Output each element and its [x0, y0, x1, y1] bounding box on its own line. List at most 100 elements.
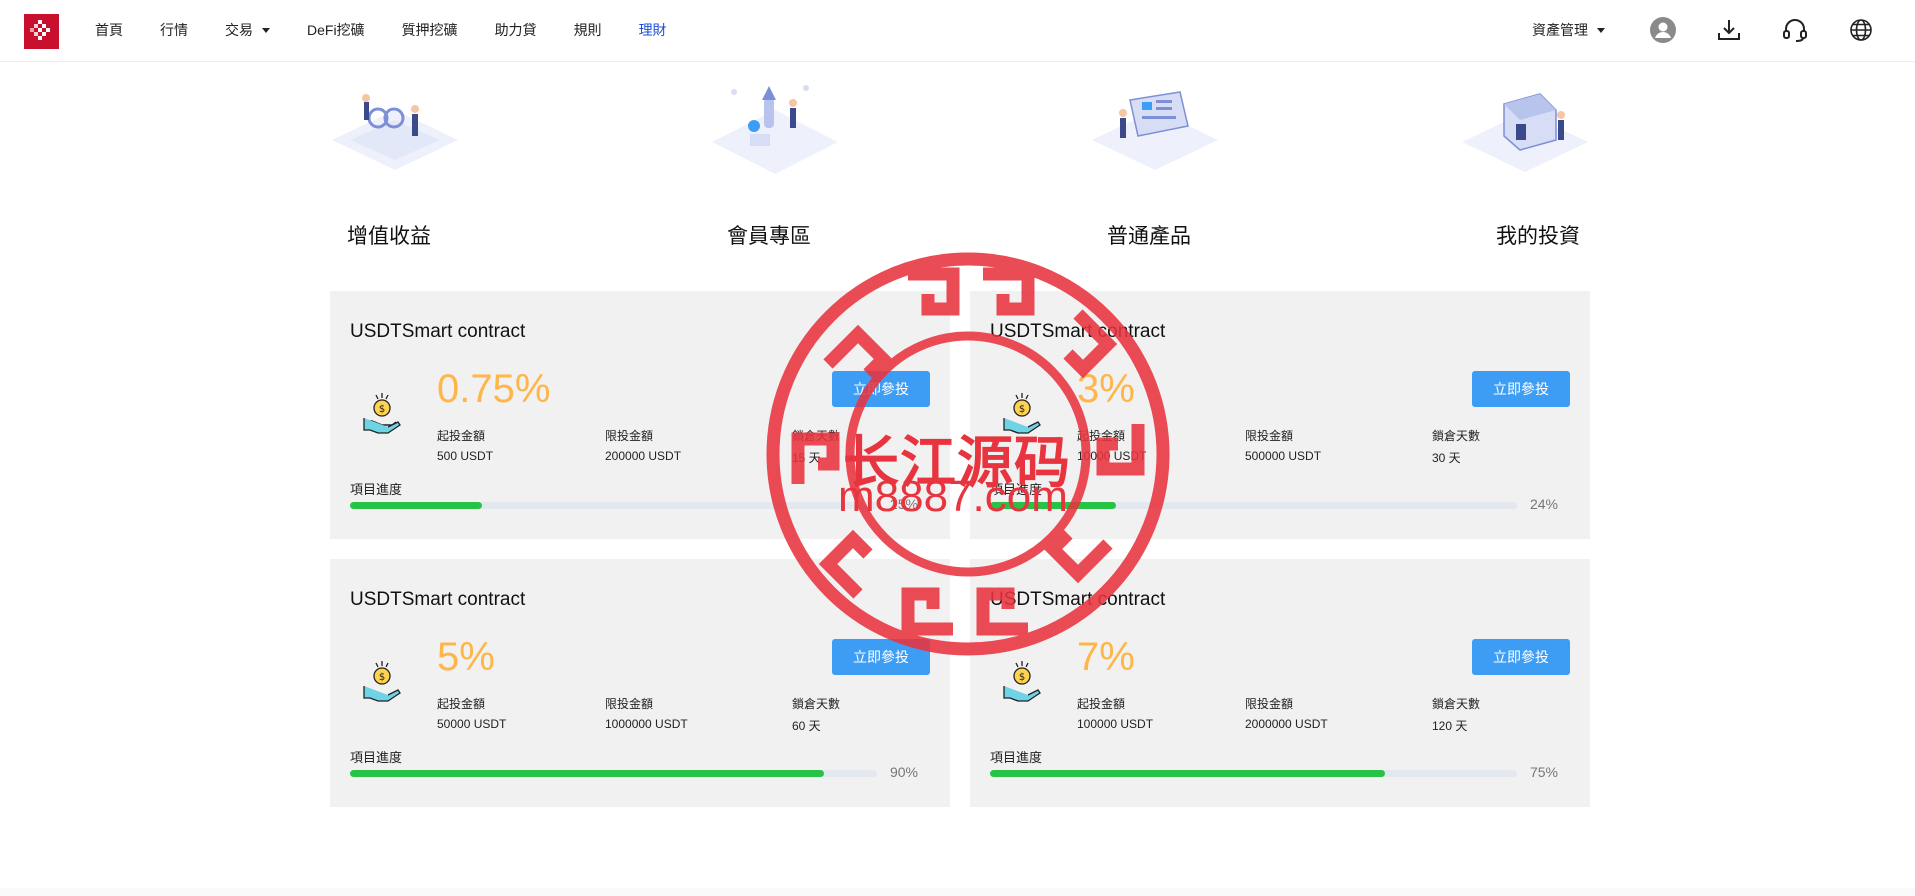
join-button[interactable]: 立即參投: [1472, 639, 1570, 675]
min-amount-value: 500 USDT: [437, 449, 494, 463]
progress-label: 項目進度: [990, 750, 1043, 765]
member-zone-illustration-icon: [712, 85, 838, 174]
max-amount: 限投金額 200000 USDT: [605, 427, 681, 463]
nav-defi-mining-label: DeFi挖礦: [307, 22, 365, 38]
max-amount-label: 限投金額: [605, 697, 654, 711]
progress-percent: 90%: [889, 764, 918, 780]
min-amount-value: 50000 USDT: [437, 717, 507, 731]
nav-rules-label: 規則: [573, 22, 602, 38]
nav-trade[interactable]: 交易: [225, 20, 270, 40]
nav-market-label: 行情: [160, 22, 188, 38]
max-amount-label: 限投金額: [1245, 697, 1294, 711]
svg-text:$: $: [379, 672, 385, 683]
progress-label: 項目進度: [350, 482, 403, 497]
nav-market[interactable]: 行情: [160, 20, 188, 40]
min-amount-label: 起投金額: [1077, 697, 1126, 711]
category-standard-products-label: 普通產品: [1107, 225, 1191, 248]
progress-fill: [350, 770, 825, 777]
lock-days: 鎖倉天數 120 天: [1432, 695, 1480, 734]
lock-days: 鎖倉天數 30 天: [1432, 427, 1480, 466]
lock-days-value: 60 天: [792, 719, 821, 733]
standard-products-illustration-icon: [1092, 91, 1218, 170]
lock-days-label: 鎖倉天數: [1432, 429, 1481, 443]
max-amount-label: 限投金額: [1245, 429, 1294, 443]
nav-rules[interactable]: 規則: [574, 20, 602, 40]
product-card: USDTSmart contract $ 7% 立即參投 起投金額 100000…: [970, 559, 1590, 807]
logo[interactable]: [24, 14, 59, 49]
product-rate: 5%: [437, 635, 495, 679]
headset-icon[interactable]: [1781, 16, 1809, 44]
lock-days: 鎖倉天數 15 天: [792, 427, 840, 466]
my-investment-illustration-icon: [1462, 93, 1588, 172]
min-amount-label: 起投金額: [437, 697, 486, 711]
min-amount-value: 10000 USDT: [1077, 449, 1147, 463]
category-value-growth-label: 增值收益: [347, 225, 431, 248]
caret-down-icon: [262, 27, 270, 33]
svg-text:$: $: [1019, 404, 1025, 415]
min-amount: 起投金額 500 USDT: [437, 427, 493, 463]
max-amount: 限投金額 1000000 USDT: [605, 695, 688, 731]
product-card: USDTSmart contract $ 0.75% 立即參投 起投金額 500…: [330, 291, 950, 539]
coin-hand-icon: $: [1003, 393, 1041, 434]
progress-bar: [350, 770, 877, 777]
nav-finance-label: 理財: [638, 22, 667, 38]
nav-loan[interactable]: 助力貸: [495, 20, 537, 40]
lock-days-label: 鎖倉天數: [792, 429, 841, 443]
asset-management-menu[interactable]: 資產管理: [1532, 20, 1605, 40]
category-value-growth[interactable]: 增值收益: [330, 80, 480, 255]
nav-trade-label: 交易: [225, 22, 253, 38]
max-amount-value: 2000000 USDT: [1245, 717, 1328, 731]
lock-days-value: 15 天: [792, 451, 821, 465]
product-title: USDTSmart contract: [350, 589, 526, 610]
header-actions: 資產管理: [1532, 0, 1915, 60]
nav-finance[interactable]: 理財: [639, 20, 667, 40]
coin-hand-icon: $: [363, 661, 401, 702]
product-rate: 3%: [1077, 367, 1135, 411]
product-title: USDTSmart contract: [990, 321, 1166, 342]
main-nav: 首頁 行情 交易 DeFi挖礦 質押挖礦 助力貸 規則 理財: [95, 0, 704, 60]
nav-home[interactable]: 首頁: [95, 20, 123, 40]
category-member-zone-label: 會員專區: [727, 225, 811, 248]
nav-loan-label: 助力貸: [494, 22, 537, 38]
user-icon[interactable]: [1649, 16, 1677, 44]
top-header: 首頁 行情 交易 DeFi挖礦 質押挖礦 助力貸 規則 理財 資產管理: [0, 0, 1915, 62]
join-button[interactable]: 立即參投: [832, 371, 930, 407]
value-growth-illustration-icon: [332, 94, 458, 170]
svg-text:$: $: [1019, 672, 1025, 683]
progress-label: 項目進度: [350, 750, 403, 765]
progress-fill: [990, 502, 1117, 509]
product-title: USDTSmart contract: [350, 321, 526, 342]
lock-days-value: 120 天: [1432, 719, 1468, 733]
category-tabs: 增值收益 會員專區 普通產品 我的投資: [330, 80, 1590, 255]
min-amount: 起投金額 10000 USDT: [1077, 427, 1146, 463]
join-button[interactable]: 立即參投: [832, 639, 930, 675]
category-standard-products[interactable]: 普通產品: [1090, 80, 1240, 255]
product-card: USDTSmart contract $ 3% 立即參投 起投金額 10000 …: [970, 291, 1590, 539]
product-rate: 0.75%: [437, 367, 551, 411]
min-amount: 起投金額 50000 USDT: [437, 695, 506, 731]
download-icon[interactable]: [1715, 16, 1743, 44]
min-amount: 起投金額 100000 USDT: [1077, 695, 1153, 731]
nav-staking-label: 質押挖礦: [401, 22, 458, 38]
product-rate: 7%: [1077, 635, 1135, 679]
nav-staking[interactable]: 質押挖礦: [402, 20, 458, 40]
progress-percent: 24%: [1529, 496, 1558, 512]
join-button[interactable]: 立即參投: [1472, 371, 1570, 407]
progress-bar: [990, 770, 1517, 777]
progress-label: 項目進度: [990, 482, 1043, 497]
max-amount-value: 200000 USDT: [605, 449, 682, 463]
lock-days-label: 鎖倉天數: [792, 697, 841, 711]
max-amount: 限投金額 2000000 USDT: [1245, 695, 1328, 731]
progress-percent: 75%: [1529, 764, 1558, 780]
nav-defi-mining[interactable]: DeFi挖礦: [307, 20, 365, 40]
min-amount-label: 起投金額: [437, 429, 486, 443]
category-member-zone[interactable]: 會員專區: [710, 80, 860, 255]
lock-days-value: 30 天: [1432, 451, 1461, 465]
category-my-investment[interactable]: 我的投資: [1440, 80, 1590, 255]
max-amount-label: 限投金額: [605, 429, 654, 443]
globe-icon[interactable]: [1847, 16, 1875, 44]
max-amount: 限投金額 500000 USDT: [1245, 427, 1321, 463]
coin-hand-icon: $: [363, 393, 401, 434]
caret-down-icon: [1597, 27, 1605, 33]
max-amount-value: 500000 USDT: [1245, 449, 1322, 463]
